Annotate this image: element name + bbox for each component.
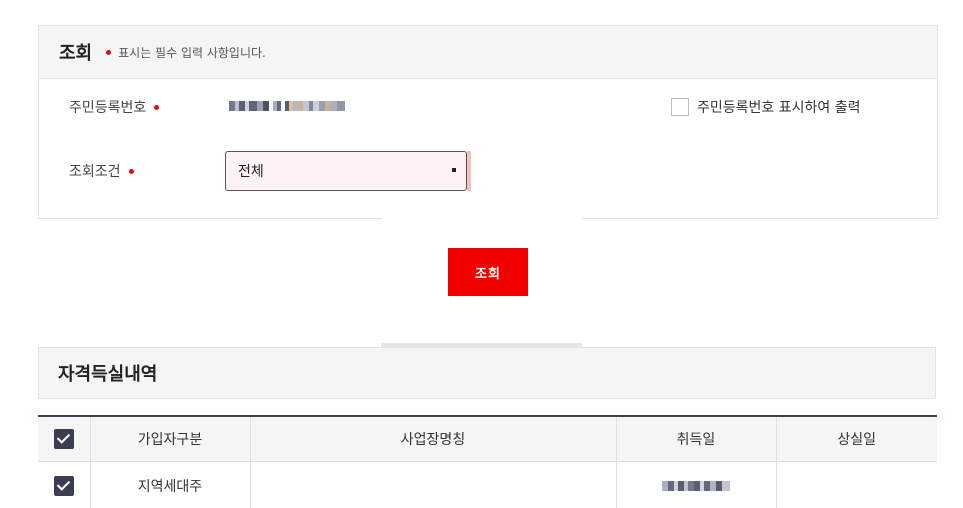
workplace-name-cell	[250, 461, 617, 508]
result-table: 가입자구분 사업장명칭 취득일 상실일 지역세대주	[38, 415, 937, 508]
resident-number-label: 주민등록번호	[69, 97, 160, 117]
resident-number-label-text: 주민등록번호	[69, 100, 147, 116]
column-header: 취득일	[616, 416, 777, 462]
acquired-date-cell	[616, 461, 777, 508]
column-header: 가입자구분	[90, 416, 251, 462]
row-checkbox[interactable]	[53, 476, 74, 496]
page: 조회 표시는 필수 입력 사항입니다. 주민등록번호 주민등록번호 표시하여 출…	[0, 0, 963, 508]
lost-date-cell	[776, 462, 937, 508]
search-panel-header: 조회 표시는 필수 입력 사항입니다.	[39, 26, 937, 79]
show-number-checkbox[interactable]	[671, 98, 689, 116]
masked-resident-number	[229, 101, 345, 111]
condition-select[interactable]: 전체	[225, 151, 467, 191]
table-header-row: 가입자구분 사업장명칭 취득일 상실일	[38, 416, 937, 462]
show-number-checkbox-label[interactable]: 주민등록번호 표시하여 출력	[697, 97, 860, 117]
required-dot-icon	[106, 49, 112, 55]
condition-select-value: 전체	[238, 164, 264, 180]
required-dot-icon	[128, 168, 134, 174]
search-button[interactable]: 조회	[448, 248, 528, 296]
column-header: 상실일	[776, 416, 937, 462]
select-all-checkbox[interactable]	[53, 429, 74, 449]
row-select-cell[interactable]	[38, 461, 91, 508]
required-note-text: 표시는 필수 입력 사항입니다.	[118, 45, 266, 60]
header-select-all[interactable]	[38, 416, 91, 462]
search-title: 조회	[59, 43, 93, 64]
column-header: 사업장명칭	[250, 416, 617, 462]
dropdown-arrow-icon	[452, 168, 456, 172]
show-number-checkbox-wrap[interactable]: 주민등록번호 표시하여 출력	[671, 97, 860, 117]
masked-acquired-date	[662, 481, 730, 491]
panel-gap	[382, 192, 582, 220]
condition-label-text: 조회조건	[69, 164, 121, 180]
search-panel: 조회 표시는 필수 입력 사항입니다. 주민등록번호 주민등록번호 표시하여 출…	[38, 25, 938, 219]
result-title: 자격득실내역	[58, 364, 158, 385]
required-dot-icon	[154, 104, 160, 110]
condition-label: 조회조건	[69, 161, 134, 181]
resident-number-row: 주민등록번호 주민등록번호 표시하여 출력	[39, 92, 937, 122]
table-row: 지역세대주	[38, 461, 937, 508]
select-edge	[467, 151, 471, 191]
condition-row: 조회조건 전체	[39, 151, 937, 191]
subscriber-type-cell: 지역세대주	[90, 461, 251, 508]
required-note: 표시는 필수 입력 사항입니다.	[106, 44, 266, 61]
result-section-header: 자격득실내역	[38, 347, 936, 399]
